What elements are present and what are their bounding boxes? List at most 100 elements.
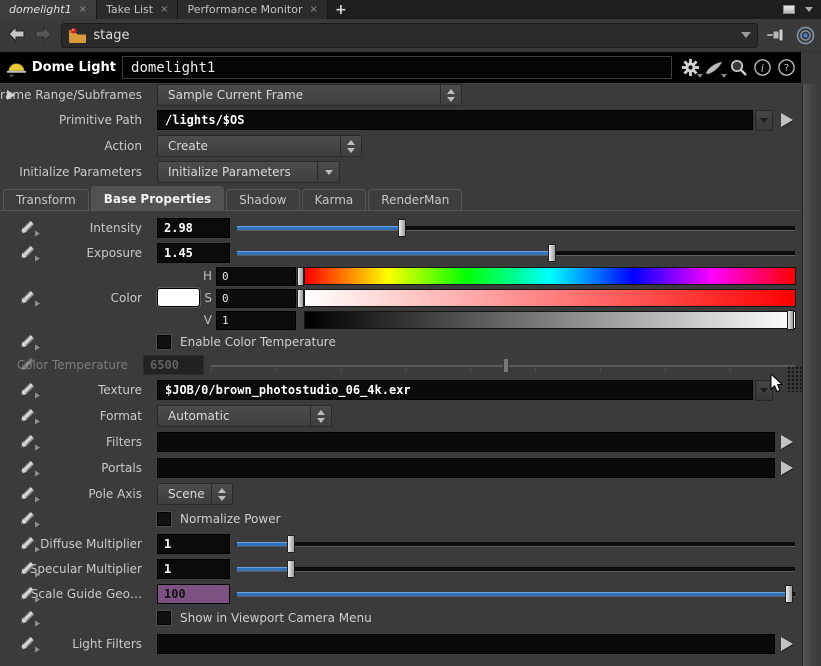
value-gradient-slider[interactable] <box>304 311 796 329</box>
channel-pencil-icon[interactable] <box>18 290 35 307</box>
link-target-icon[interactable] <box>796 26 815 45</box>
maximize-pane-icon[interactable] <box>783 5 795 14</box>
path-menu-caret-button[interactable] <box>755 110 773 131</box>
channel-pencil-icon[interactable] <box>18 382 35 399</box>
pane-tab-domelight1[interactable]: domelight1 × <box>0 0 97 19</box>
channel-pencil-icon[interactable] <box>18 585 35 602</box>
saturation-slider-handle[interactable] <box>297 289 304 308</box>
node-name-field[interactable]: domelight1 <box>122 56 672 79</box>
color-temperature-value-field: 6500 <box>143 355 204 375</box>
pole-axis-menu[interactable]: Scene <box>157 483 233 505</box>
channel-pencil-icon[interactable] <box>18 434 35 451</box>
path-history-caret-icon[interactable] <box>741 32 751 38</box>
parameter-scrollbar[interactable] <box>802 84 821 666</box>
enable-color-temperature-checkbox[interactable] <box>157 335 171 349</box>
select-node-arrow-icon[interactable] <box>781 637 793 651</box>
format-menu[interactable]: Automatic <box>157 405 332 427</box>
texture-value-field[interactable]: $JOB/0/brown_photostudio_06_4k.exr <box>157 380 753 400</box>
select-node-arrow-icon[interactable] <box>781 113 793 127</box>
specular-multiplier-value-field[interactable]: 1 <box>157 559 230 579</box>
channel-pencil-icon[interactable] <box>18 610 35 627</box>
normalize-power-checkbox[interactable] <box>157 512 171 526</box>
tab-karma[interactable]: Karma <box>302 189 367 210</box>
channel-pencil-icon[interactable] <box>18 486 35 503</box>
frame-range-menu[interactable]: Sample Current Frame <box>157 84 462 106</box>
pane-tab-performance-monitor[interactable]: Performance Monitor × <box>178 0 327 19</box>
exposure-slider-handle[interactable] <box>548 244 556 262</box>
channel-pencil-icon[interactable] <box>18 511 35 528</box>
exposure-slider[interactable] <box>237 243 795 262</box>
texture-label: Texture <box>98 383 150 397</box>
filters-value-field[interactable] <box>157 432 775 452</box>
tab-base-properties[interactable]: Base Properties <box>91 186 224 210</box>
value-slider-handle[interactable] <box>787 310 794 330</box>
pane-menu-caret-icon[interactable] <box>805 7 813 12</box>
brush-menu-button[interactable] <box>704 58 724 78</box>
close-icon[interactable]: × <box>310 5 318 15</box>
hue-slider-handle[interactable] <box>297 267 304 286</box>
tab-shadow[interactable]: Shadow <box>226 189 299 210</box>
hue-value-field[interactable]: 0 <box>216 267 296 286</box>
diffuse-multiplier-slider[interactable] <box>237 534 795 553</box>
back-button[interactable] <box>6 25 28 45</box>
channel-pencil-icon[interactable] <box>18 408 35 425</box>
color-swatch[interactable] <box>157 288 200 307</box>
primitive-path-field[interactable]: /lights/$OS <box>157 110 753 130</box>
channel-pencil-icon <box>18 357 35 374</box>
show-in-viewport-checkbox[interactable] <box>157 611 171 625</box>
color-temperature-row: Color Temperature 6500 <box>0 353 801 377</box>
info-button[interactable]: i <box>752 58 772 78</box>
desktop-tab-bar: domelight1 × Take List × Performance Mon… <box>0 0 821 19</box>
format-label: Format <box>100 409 150 423</box>
hue-gradient-slider[interactable] <box>304 267 796 285</box>
select-node-arrow-icon[interactable] <box>781 461 793 475</box>
exposure-value-field[interactable]: 1.45 <box>157 243 230 263</box>
forward-button[interactable] <box>32 25 54 45</box>
pole-axis-value: Scene <box>168 487 205 501</box>
dome-light-icon[interactable] <box>5 58 28 78</box>
button-menu-caret-icon <box>317 162 339 182</box>
specular-multiplier-slider[interactable] <box>237 559 795 578</box>
channel-pencil-icon[interactable] <box>18 244 35 261</box>
new-tab-button[interactable]: + <box>328 0 354 19</box>
portals-value-field[interactable] <box>157 458 775 478</box>
diffuse-multiplier-value-field[interactable]: 1 <box>157 534 230 554</box>
intensity-slider-handle[interactable] <box>398 219 406 237</box>
pane-tab-label: Take List <box>106 3 153 16</box>
value-value-field[interactable]: 1 <box>216 311 296 330</box>
select-node-arrow-icon[interactable] <box>781 435 793 449</box>
channel-pencil-icon[interactable] <box>18 560 35 577</box>
saturation-value-field[interactable]: 0 <box>216 289 296 308</box>
gear-menu-button[interactable] <box>680 58 700 78</box>
help-button[interactable]: ? <box>776 58 796 78</box>
initialize-parameters-button[interactable]: Initialize Parameters <box>157 161 340 183</box>
intensity-row: Intensity 2.98 <box>0 215 801 240</box>
tab-renderman[interactable]: RenderMan <box>368 189 462 210</box>
collapse-expander-icon[interactable] <box>7 90 15 100</box>
pane-tab-take-list[interactable]: Take List × <box>97 0 179 19</box>
close-icon[interactable]: × <box>160 5 168 15</box>
pane-tab-label: Performance Monitor <box>187 3 302 16</box>
tab-transform[interactable]: Transform <box>3 189 89 210</box>
light-filters-value-field[interactable] <box>157 634 775 654</box>
channel-pencil-icon[interactable] <box>18 535 35 552</box>
scale-guide-geometry-value-field[interactable]: 100 <box>157 584 230 604</box>
close-icon[interactable]: × <box>79 5 87 15</box>
saturation-gradient-slider[interactable] <box>304 289 796 307</box>
channel-pencil-icon[interactable] <box>18 460 35 477</box>
channel-pencil-icon[interactable] <box>18 334 35 351</box>
intensity-slider[interactable] <box>237 218 795 237</box>
network-path-field[interactable]: stage <box>61 23 758 48</box>
pin-icon[interactable] <box>766 26 787 44</box>
diffuse-multiplier-slider-handle[interactable] <box>287 535 295 553</box>
node-name-text: domelight1 <box>131 60 215 76</box>
specular-multiplier-label: Specular Multiplier <box>30 562 150 576</box>
scale-guide-geometry-slider-handle[interactable] <box>785 585 793 603</box>
action-menu[interactable]: Create <box>157 135 362 157</box>
channel-pencil-icon[interactable] <box>18 635 35 652</box>
search-button[interactable] <box>728 58 748 78</box>
channel-pencil-icon[interactable] <box>18 219 35 236</box>
specular-multiplier-slider-handle[interactable] <box>287 560 295 578</box>
intensity-value-field[interactable]: 2.98 <box>157 218 230 238</box>
scale-guide-geometry-slider[interactable] <box>237 584 795 603</box>
